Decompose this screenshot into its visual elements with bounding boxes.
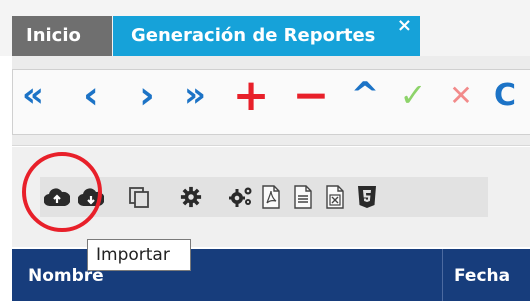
chevron-left-icon: ‹ bbox=[83, 73, 99, 117]
previous-record-button[interactable]: ‹ bbox=[74, 73, 108, 117]
html5-icon bbox=[358, 186, 376, 208]
tab-active-label: Generación de Reportes bbox=[131, 25, 376, 46]
minus-icon: − bbox=[292, 69, 330, 121]
move-up-button[interactable]: ^ bbox=[348, 75, 382, 115]
double-chevron-right-icon: » bbox=[184, 75, 206, 115]
cancel-button[interactable]: ✕ bbox=[444, 78, 478, 112]
last-record-button[interactable]: » bbox=[178, 75, 212, 115]
export-document-button[interactable] bbox=[290, 184, 316, 210]
next-record-button[interactable]: › bbox=[130, 73, 164, 117]
gears-icon bbox=[229, 187, 252, 207]
chevron-right-icon: › bbox=[139, 73, 155, 117]
copy-button[interactable] bbox=[126, 184, 152, 210]
action-icon-strip bbox=[40, 177, 488, 217]
navigation-toolbar: « ‹ › » + − ^ ✓ ✕ C bbox=[12, 56, 530, 146]
column-header-fecha[interactable]: Fecha bbox=[454, 266, 510, 286]
tab-inicio[interactable]: Inicio bbox=[12, 16, 112, 56]
confirm-button[interactable]: ✓ bbox=[396, 76, 430, 114]
refresh-icon: C bbox=[493, 78, 517, 112]
export-excel-button[interactable] bbox=[322, 184, 348, 210]
tab-inicio-label: Inicio bbox=[26, 25, 81, 46]
refresh-button[interactable]: C bbox=[492, 78, 518, 112]
gear-icon bbox=[180, 186, 202, 208]
plus-icon: + bbox=[232, 69, 270, 121]
settings-button[interactable] bbox=[178, 184, 204, 210]
tooltip-importar: Importar bbox=[87, 239, 191, 271]
tab-close-icon[interactable]: × bbox=[397, 6, 412, 46]
document-icon bbox=[294, 185, 312, 209]
tab-bar: Inicio Generación de Reportes × bbox=[0, 0, 530, 56]
export-pdf-button[interactable] bbox=[258, 184, 284, 210]
highlight-circle bbox=[22, 152, 102, 232]
copy-icon bbox=[129, 187, 149, 208]
column-divider bbox=[442, 249, 443, 301]
double-chevron-left-icon: « bbox=[22, 75, 44, 115]
chevron-up-icon: ^ bbox=[350, 75, 380, 115]
check-icon: ✓ bbox=[399, 76, 427, 114]
tooltip-text: Importar bbox=[96, 245, 170, 265]
first-record-button[interactable]: « bbox=[16, 75, 50, 115]
add-record-button[interactable]: + bbox=[233, 70, 270, 121]
x-icon: ✕ bbox=[449, 78, 473, 112]
advanced-settings-button[interactable] bbox=[228, 184, 254, 210]
tab-generacion-de-reportes[interactable]: Generación de Reportes × bbox=[113, 15, 420, 56]
pdf-icon bbox=[262, 185, 280, 209]
export-html-button[interactable] bbox=[354, 184, 380, 210]
delete-record-button[interactable]: − bbox=[293, 70, 330, 121]
excel-icon bbox=[326, 185, 344, 209]
